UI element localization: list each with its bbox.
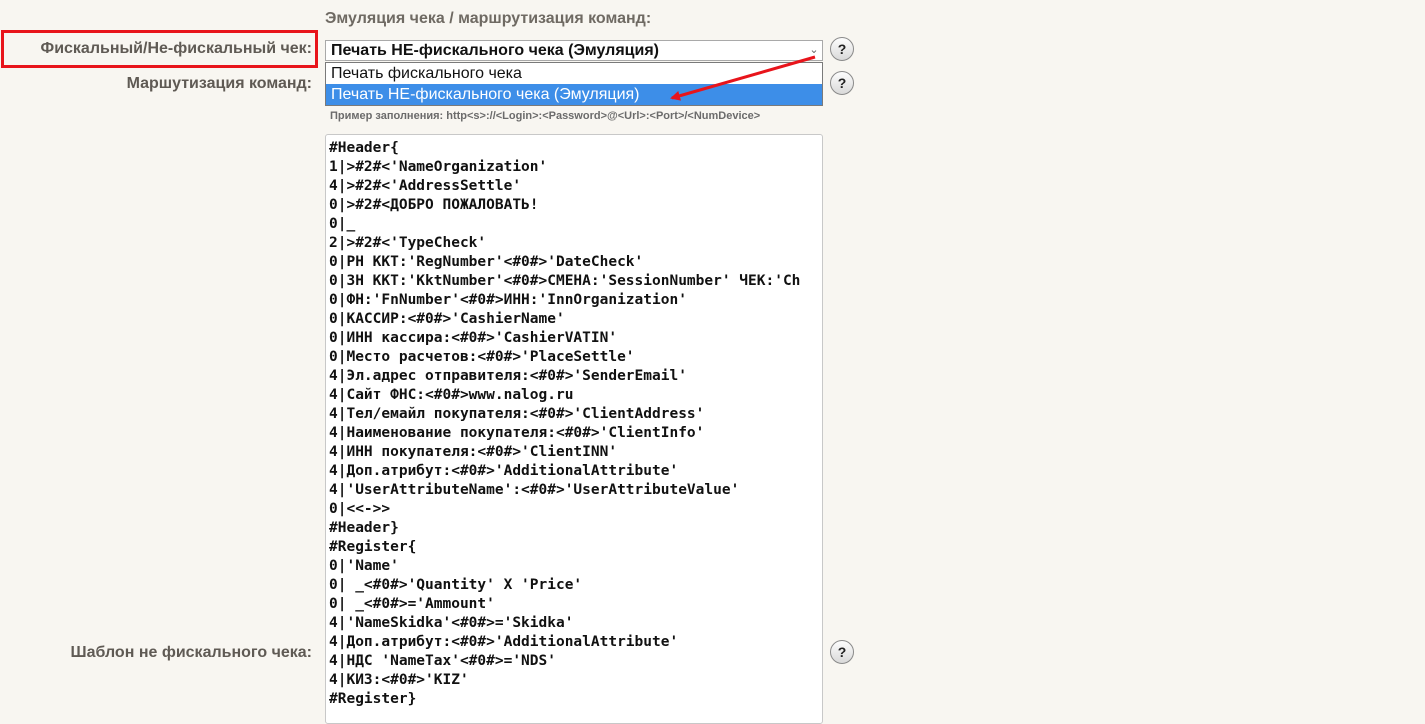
template-line: 4|Доп.атрибут:<#0#>'AdditionalAttribute' [329,634,679,650]
template-line: #Header} [329,520,399,536]
routing-label: Маршутизация команд: [126,75,312,92]
template-line: 4|КИЗ:<#0#>'KIZ' [329,672,469,688]
template-line: #Header{ [329,140,399,156]
template-line: 4|Сайт ФНС:<#0#>www.nalog.ru [329,387,574,403]
template-line: 4|'UserAttributeName':<#0#>'UserAttribut… [329,482,740,498]
template-line: #Register} [329,691,417,707]
template-line: 4|Доп.атрибут:<#0#>'AdditionalAttribute' [329,463,679,479]
help-button-template[interactable]: ? [830,640,854,664]
template-line: 0| _<#0#>='Ammount' [329,596,495,612]
template-line: 4|>#2#<'AddressSettle' [329,178,522,194]
template-line: 0|Место расчетов:<#0#>'PlaceSettle' [329,349,635,365]
template-line: 0|КАССИР:<#0#>'CashierName' [329,311,565,327]
template-line: 1|>#2#<'NameOrganization' [329,159,548,175]
chevron-down-icon[interactable]: ⌄ [806,41,822,60]
template-line: #Register{ [329,539,417,555]
fiscal-mode-select[interactable]: Печать НЕ-фискального чека (Эмуляция) [325,40,823,61]
template-textarea[interactable]: #Header{ 1|>#2#<'NameOrganization' 4|>#2#<… [325,134,823,724]
template-line: 0|ИНН кассира:<#0#>'CashierVATIN' [329,330,618,346]
template-line: 0|<<->> [329,501,391,517]
help-button-routing[interactable]: ? [830,71,854,95]
template-line: 0|РН ККТ:'RegNumber'<#0#>'DateCheck' [329,254,644,270]
fiscal-mode-dropdown-list: Печать фискального чека Печать НЕ-фискал… [325,62,823,106]
routing-hint: Пример заполнения: http<s>://<Login>:<Pa… [330,110,761,122]
dropdown-option-non-fiscal[interactable]: Печать НЕ-фискального чека (Эмуляция) [326,84,822,105]
template-line: 0|ЗН ККТ:'KktNumber'<#0#>СМЕНА:'SessionN… [329,273,801,289]
template-line: 2|>#2#<'TypeCheck' [329,235,487,251]
template-line: 0|>#2#<ДОБРО ПОЖАЛОВАТЬ! [329,197,539,213]
template-line: 4|ИНН покупателя:<#0#>'ClientINN' [329,444,618,460]
template-line: 0| _<#0#>'Quantity' X 'Price' [329,577,583,593]
template-line: 4|Тел/емайл покупателя:<#0#>'ClientAddre… [329,406,705,422]
template-line: 0|'Name' [329,558,399,574]
template-line: 4|Эл.адрес отправителя:<#0#>'SenderEmail… [329,368,687,384]
template-line: 4|Наименование покупателя:<#0#>'ClientIn… [329,425,705,441]
fiscal-mode-label: Фискальный/Не-фискальный чек: [40,40,312,57]
template-line: 0|_ [329,216,356,232]
section-title: Эмуляция чека / маршрутизация команд: [325,10,652,27]
help-button-fiscal[interactable]: ? [830,37,854,61]
template-line: 4|'NameSkidka'<#0#>='Skidka' [329,615,574,631]
template-line: 4|НДС 'NameTax'<#0#>='NDS' [329,653,556,669]
template-line: 0|ФН:'FnNumber'<#0#>ИНН:'InnOrganization… [329,292,687,308]
template-label: Шаблон не фискального чека: [70,644,312,661]
dropdown-option-fiscal[interactable]: Печать фискального чека [326,63,822,84]
